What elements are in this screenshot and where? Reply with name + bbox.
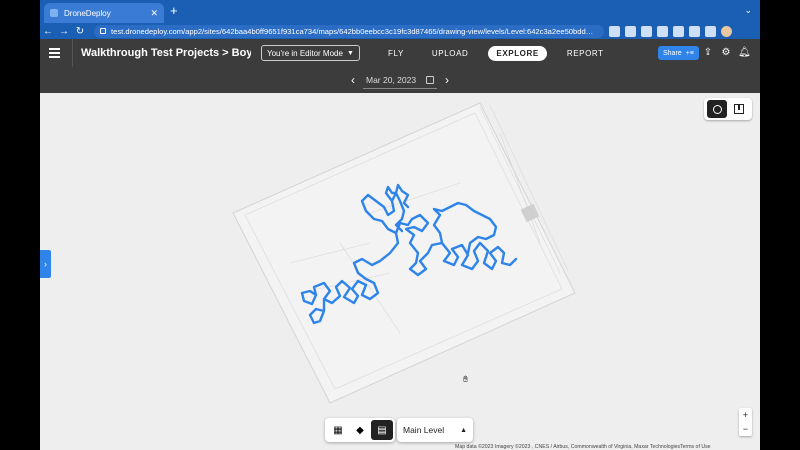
globe-icon — [712, 104, 722, 114]
view-toggle — [704, 98, 752, 120]
editor-mode-dropdown[interactable]: You're in Editor Mode ▼ — [261, 45, 360, 61]
date-value: Mar 20, 2023 — [366, 74, 417, 85]
tab-title: DroneDeploy — [64, 8, 111, 18]
side-panel-toggle[interactable]: › — [40, 250, 51, 278]
new-tab-button[interactable]: + — [170, 4, 178, 17]
close-icon[interactable]: ✕ — [150, 8, 158, 19]
star-icon[interactable] — [641, 25, 652, 37]
share-page-icon[interactable] — [625, 25, 636, 37]
extension-icon[interactable] — [657, 25, 668, 37]
tab-fly[interactable]: FLY — [380, 46, 412, 61]
terms-link[interactable]: Terms of Use — [680, 444, 711, 450]
extension-icon[interactable] — [673, 25, 684, 37]
map-icon[interactable]: ▦ — [327, 420, 349, 440]
level-label: Main Level — [403, 425, 445, 435]
divider — [72, 39, 73, 67]
map-attribution: Map data ©2023 Imagery ©2023 , CNES / Ai… — [455, 444, 681, 450]
address-bar: ← → ↻ test.dronedeploy.com/app2/sites/64… — [40, 23, 760, 39]
bell-icon[interactable]: 🔔︎ — [738, 47, 751, 59]
floorplan-icon — [734, 104, 744, 114]
calendar-icon — [426, 75, 434, 84]
date-bar: ‹ Mar 20, 2023 › — [40, 67, 760, 93]
gear-icon[interactable]: ⚙ — [720, 47, 732, 59]
prev-date-button[interactable]: ‹ — [343, 73, 363, 87]
caret-down-icon: ▼ — [346, 49, 354, 57]
level-dropdown[interactable]: Main Level ▲ — [397, 418, 473, 442]
caret-up-icon: ▲ — [460, 426, 467, 434]
editor-mode-label: You're in Editor Mode — [267, 48, 343, 58]
tab-explore[interactable]: EXPLORE — [488, 45, 547, 61]
globe-view-button[interactable] — [707, 100, 727, 118]
favicon-icon — [50, 9, 58, 17]
reload-button[interactable]: ↻ — [72, 26, 88, 37]
back-button[interactable]: ← — [40, 26, 56, 37]
browser-tabbar: DroneDeploy ✕ + ⌄ — [40, 0, 760, 23]
lock-icon — [100, 28, 106, 34]
map-view-switcher: ▦ ◆ ▤ — [325, 418, 395, 442]
zoom-control: + − — [739, 408, 752, 436]
extension-icon[interactable] — [609, 25, 620, 37]
forward-button[interactable]: → — [56, 26, 72, 37]
floorplan-drawing — [232, 102, 576, 404]
date-picker[interactable]: Mar 20, 2023 — [363, 72, 437, 89]
browser-window: DroneDeploy ✕ + ⌄ ← → ↻ test.dronedeploy… — [40, 0, 760, 450]
puzzle-icon[interactable] — [689, 25, 700, 37]
sidebar-icon[interactable] — [705, 25, 716, 37]
chevron-down-icon[interactable]: ⌄ — [744, 5, 752, 16]
share-button[interactable]: Share +≡ — [658, 46, 699, 60]
map-canvas[interactable]: › ✋︎ ▦ ◆ ▤ Main Level ▲ + − Map data ©20… — [40, 93, 760, 450]
next-date-button[interactable]: › — [437, 73, 457, 87]
avatar[interactable] — [721, 25, 732, 37]
tab-upload[interactable]: UPLOAD — [424, 46, 477, 61]
app-header: Walkthrough Test Projects > Boys and … Y… — [40, 39, 760, 67]
share-label: Share — [663, 49, 682, 57]
hand-cursor-icon: ✋︎ — [463, 374, 469, 384]
floorplan-view-icon[interactable]: ▤ — [371, 420, 393, 440]
url-text: test.dronedeploy.com/app2/sites/642baa4b… — [111, 26, 594, 36]
zoom-in-button[interactable]: + — [739, 408, 752, 422]
upload-icon[interactable]: ⇪ — [702, 47, 714, 59]
main-nav: FLY UPLOAD EXPLORE REPORT — [380, 39, 612, 67]
floorplan-sheet — [232, 102, 576, 404]
menu-icon[interactable] — [40, 48, 64, 58]
zoom-out-button[interactable]: − — [739, 422, 752, 436]
add-user-icon: +≡ — [685, 49, 694, 57]
plan-view-button[interactable] — [729, 100, 749, 118]
url-field[interactable]: test.dronedeploy.com/app2/sites/642baa4b… — [94, 24, 604, 38]
tab-report[interactable]: REPORT — [559, 46, 612, 61]
browser-tab[interactable]: DroneDeploy ✕ — [44, 3, 164, 23]
cube-3d-icon[interactable]: ◆ — [349, 420, 371, 440]
project-title[interactable]: Walkthrough Test Projects > Boys and … — [81, 47, 251, 59]
